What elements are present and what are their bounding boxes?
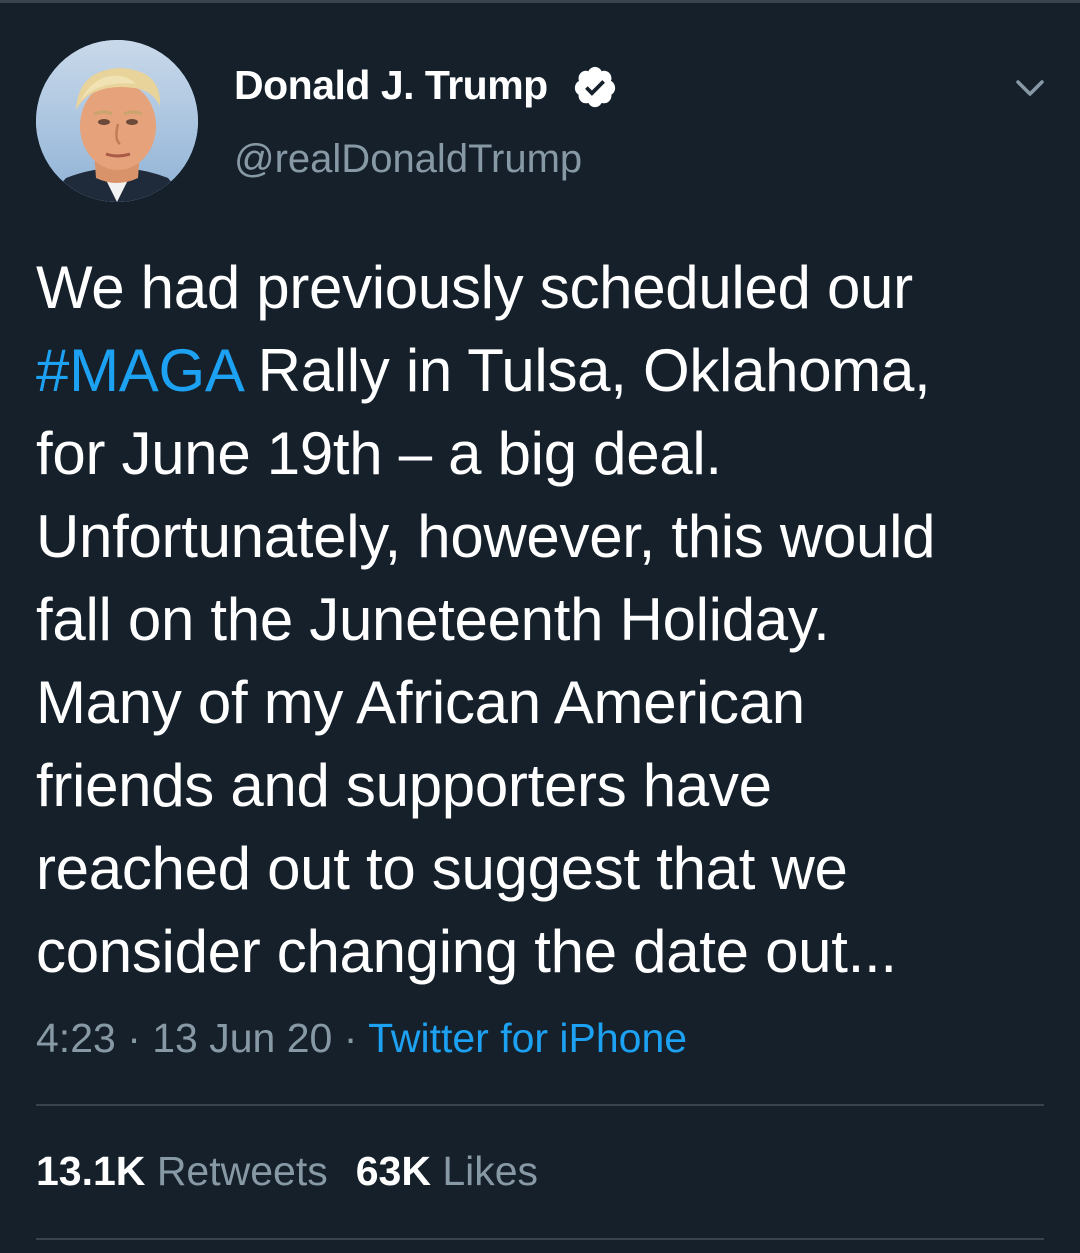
tweet-line: reached out to suggest that we bbox=[36, 835, 848, 902]
likes-stat[interactable]: 63K Likes bbox=[356, 1148, 538, 1194]
retweets-label: Retweets bbox=[145, 1148, 328, 1194]
retweets-stat[interactable]: 13.1K Retweets bbox=[36, 1148, 328, 1194]
tweet-line-text: Rally in Tulsa, Oklahoma, bbox=[241, 337, 931, 404]
verified-badge-icon bbox=[574, 66, 616, 108]
display-name[interactable]: Donald J. Trump bbox=[234, 62, 548, 109]
tweet-line: Unfortunately, however, this would bbox=[36, 503, 936, 570]
tweet-line: We had previously scheduled our bbox=[36, 254, 913, 321]
divider bbox=[36, 1238, 1044, 1240]
likes-count: 63K bbox=[355, 1148, 431, 1194]
tweet-line: #MAGA Rally in Tulsa, Oklahoma, bbox=[36, 329, 1056, 412]
tweet-line: fall on the Juneteenth Holiday. bbox=[36, 586, 830, 653]
tweet-time[interactable]: 4:23 bbox=[36, 1015, 116, 1061]
meta-separator: · bbox=[332, 1015, 369, 1061]
tweet-line: friends and supporters have bbox=[36, 752, 772, 819]
tweet-line: consider changing the date out... bbox=[36, 918, 897, 985]
tweet-stats: 13.1K Retweets 63K Likes bbox=[36, 1148, 538, 1195]
tweet-line: Many of my African American bbox=[36, 669, 805, 736]
tweet-date[interactable]: 13 Jun 20 bbox=[152, 1015, 332, 1061]
tweet-line: for June 19th – a big deal. bbox=[36, 420, 722, 487]
likes-label: Likes bbox=[430, 1148, 539, 1194]
retweets-count: 13.1K bbox=[36, 1148, 146, 1194]
profile-photo-icon bbox=[36, 40, 198, 202]
user-handle[interactable]: @realDonaldTrump bbox=[234, 137, 582, 182]
avatar[interactable] bbox=[36, 40, 198, 202]
tweet-meta: 4:23 · 13 Jun 20 · Twitter for iPhone bbox=[36, 1015, 687, 1062]
chevron-down-icon[interactable] bbox=[1010, 68, 1050, 108]
hashtag-link[interactable]: #MAGA bbox=[36, 337, 242, 404]
tweet-text: We had previously scheduled our #MAGA Ra… bbox=[36, 246, 1056, 993]
top-divider bbox=[0, 0, 1080, 3]
divider bbox=[36, 1104, 1044, 1106]
tweet-source-link[interactable]: Twitter for iPhone bbox=[368, 1015, 687, 1061]
meta-separator: · bbox=[115, 1015, 153, 1061]
